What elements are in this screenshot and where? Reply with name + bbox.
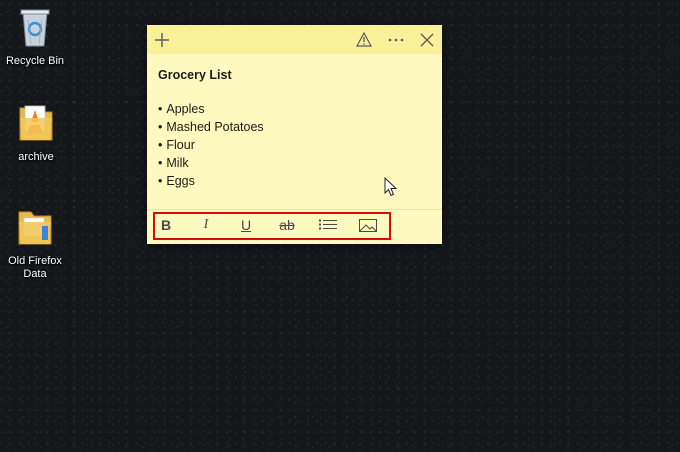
- note-title: Grocery List: [158, 68, 232, 82]
- underline-button[interactable]: U: [232, 214, 260, 236]
- close-icon[interactable]: [412, 25, 442, 54]
- plus-icon[interactable]: [147, 25, 177, 54]
- list-item: Milk: [158, 154, 431, 172]
- formatting-toolbar: B I U ab: [147, 209, 442, 243]
- more-icon[interactable]: [381, 25, 411, 54]
- list-item: Flour: [158, 136, 431, 154]
- strikethrough-button[interactable]: ab: [273, 214, 301, 236]
- desktop-icon-archive[interactable]: archive: [2, 100, 70, 164]
- note-header[interactable]: [147, 25, 442, 54]
- warning-icon[interactable]: [349, 25, 379, 54]
- desktop-icon-label: Old Firefox Data: [8, 255, 62, 280]
- mouse-cursor-icon: [384, 176, 398, 202]
- sticky-note[interactable]: Grocery List Apples Mashed Potatoes Flou…: [147, 25, 442, 244]
- list-item: Mashed Potatoes: [158, 118, 431, 136]
- desktop-icon-label: Recycle Bin: [5, 55, 65, 67]
- bullet-list-icon[interactable]: [314, 214, 342, 236]
- desktop-icon-recycle-bin[interactable]: Recycle Bin: [1, 4, 69, 68]
- media-folder-icon: [2, 100, 70, 148]
- folder-icon: [1, 206, 69, 252]
- desktop-icon-label: archive: [18, 151, 54, 163]
- recycle-bin-icon: [1, 4, 69, 52]
- bold-button[interactable]: B: [152, 214, 180, 236]
- italic-button[interactable]: I: [192, 214, 220, 236]
- desktop-icon-old-firefox-data[interactable]: Old Firefox Data: [1, 206, 69, 281]
- image-icon[interactable]: [354, 214, 382, 236]
- note-content[interactable]: Grocery List Apples Mashed Potatoes Flou…: [147, 54, 442, 190]
- list-item: Apples: [158, 100, 431, 118]
